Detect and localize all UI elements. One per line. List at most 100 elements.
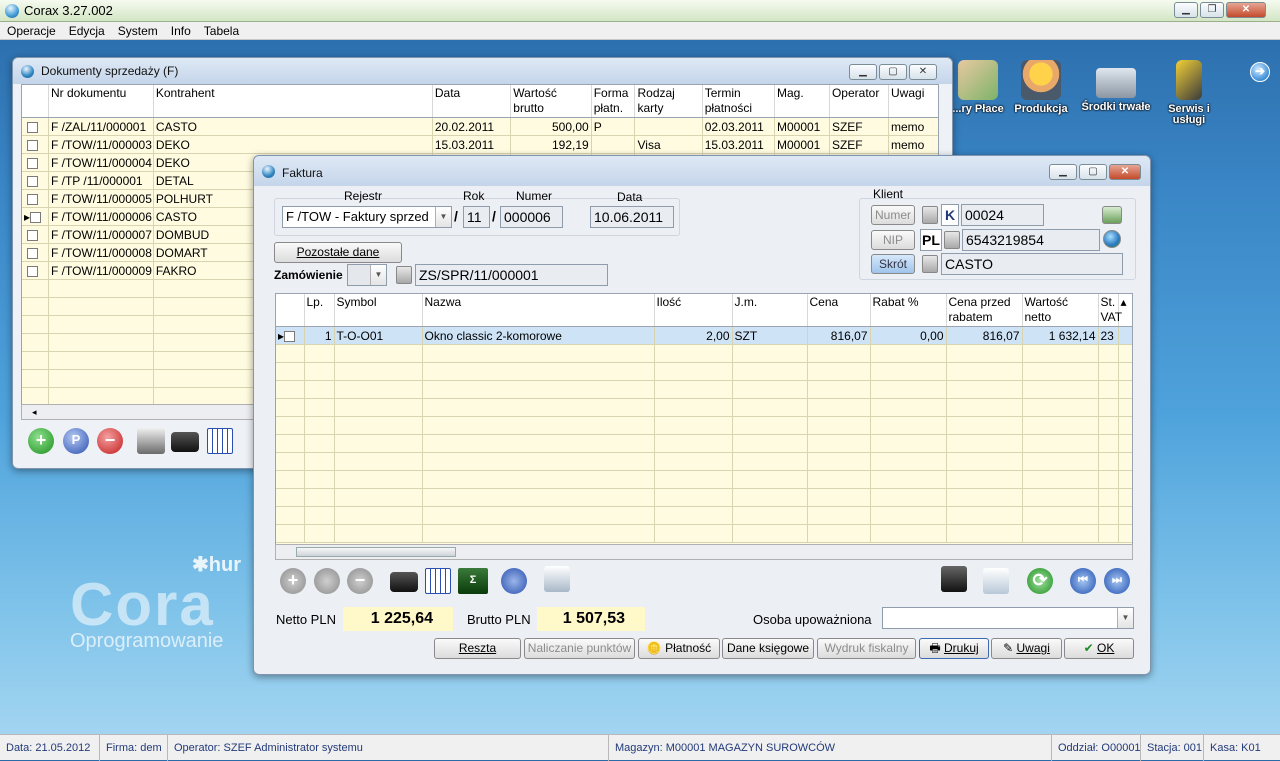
nip-button[interactable]: NIP	[871, 230, 915, 250]
search-icon[interactable]: P	[63, 428, 89, 454]
skrot-button[interactable]: Skrót	[871, 254, 915, 274]
col-lp[interactable]: Lp.	[304, 294, 335, 327]
numer-field[interactable]: 000006	[500, 206, 563, 228]
document-icon[interactable]	[944, 231, 960, 249]
drukuj-button[interactable]: 🖶 Drukuj	[919, 638, 989, 659]
naliczanie-punktow-button[interactable]: Naliczanie punktów	[524, 638, 635, 659]
search-icon[interactable]	[314, 568, 340, 594]
col-nazwa[interactable]: Nazwa	[422, 294, 655, 327]
col-cena-przed[interactable]: Cena przed rabatem	[946, 294, 1023, 327]
table-icon[interactable]	[425, 568, 451, 594]
row-checkbox[interactable]	[27, 265, 39, 277]
desktop-icon-srodki[interactable]: Środki trwałe	[1080, 60, 1152, 113]
uwagi-button[interactable]: ✎ Uwagi	[991, 638, 1062, 659]
row-checkbox[interactable]	[27, 121, 39, 133]
handshake-icon[interactable]	[1102, 206, 1122, 224]
col-wartosc-netto[interactable]: Wartość netto	[1022, 294, 1099, 327]
col-nr[interactable]: Nr dokumentu	[48, 85, 154, 118]
col-jm[interactable]: J.m.	[732, 294, 808, 327]
arrow-right-icon[interactable]: ➔	[1250, 62, 1270, 82]
previous-icon[interactable]: ⏮	[1070, 568, 1096, 594]
document-icon[interactable]	[922, 255, 938, 273]
col-data[interactable]: Data	[432, 85, 512, 118]
gears-icon[interactable]	[501, 568, 527, 594]
row-checkbox[interactable]	[284, 330, 296, 342]
numer-button[interactable]: Numer	[871, 205, 915, 225]
close-icon[interactable]: ✕	[1226, 2, 1266, 18]
save-icon[interactable]	[941, 566, 967, 592]
row-checkbox[interactable]	[27, 175, 39, 187]
row-checkbox[interactable]	[27, 193, 39, 205]
menu-edycja[interactable]: Edycja	[62, 22, 111, 39]
chevron-down-icon[interactable]: ▼	[435, 207, 451, 227]
col-operator[interactable]: Operator	[829, 85, 890, 118]
minimize-icon[interactable]: ▁	[849, 64, 877, 80]
restore-icon[interactable]: ❐	[1200, 2, 1224, 18]
pozostale-dane-button[interactable]: Pozostałe dane	[274, 242, 402, 263]
restore-icon[interactable]: ▢	[1079, 164, 1107, 180]
data-field[interactable]: 10.06.2011	[590, 206, 674, 228]
col-forma[interactable]: Forma płatn.	[591, 85, 636, 118]
row-checkbox[interactable]	[27, 139, 39, 151]
col-ilosc[interactable]: Ilość	[654, 294, 733, 327]
col-termin[interactable]: Termin płatności	[702, 85, 775, 118]
row-checkbox[interactable]	[27, 157, 39, 169]
col-mag[interactable]: Mag.	[774, 85, 830, 118]
ok-button[interactable]: ✔ OK	[1064, 638, 1134, 659]
refresh-icon[interactable]: ⟳	[1027, 568, 1053, 594]
col-kontrahent[interactable]: Kontrahent	[153, 85, 433, 118]
delete-icon[interactable]: −	[97, 428, 123, 454]
skrot-field[interactable]: CASTO	[941, 253, 1123, 275]
restore-icon[interactable]: ▢	[879, 64, 907, 80]
nip-field[interactable]: 6543219854	[962, 229, 1100, 251]
desktop-icon-produkcja[interactable]: Produkcja	[1005, 60, 1077, 115]
item-row[interactable]: ▸ 1 T-O-O01 Okno classic 2-komorowe 2,00…	[276, 326, 1132, 345]
col-wartosc[interactable]: Wartość brutto	[510, 85, 592, 118]
binoculars-icon[interactable]	[171, 432, 199, 452]
add-icon[interactable]: +	[280, 568, 306, 594]
osoba-select[interactable]: ▼	[882, 607, 1134, 629]
document-icon[interactable]	[922, 206, 938, 224]
table-icon[interactable]	[207, 428, 233, 454]
printer-icon[interactable]	[137, 428, 165, 454]
desktop-icon-serwis[interactable]: Serwis i usługi	[1153, 60, 1225, 126]
col-rabat[interactable]: Rabat %	[870, 294, 947, 327]
chevron-down-icon[interactable]: ▼	[370, 265, 386, 285]
delete-icon[interactable]: −	[347, 568, 373, 594]
document-row[interactable]: F /TOW/11/000003 DEKO 15.03.2011 192,19 Visa…	[22, 135, 938, 154]
col-vat[interactable]: St. VAT	[1098, 294, 1122, 327]
klient-kod-field[interactable]: 00024	[961, 204, 1044, 226]
document-icon[interactable]	[396, 266, 412, 284]
row-checkbox[interactable]	[30, 211, 42, 223]
row-checkbox[interactable]	[27, 229, 39, 241]
col-cena[interactable]: Cena	[807, 294, 871, 327]
scroll-thumb[interactable]	[296, 547, 456, 557]
rejestr-select[interactable]: F /TOW - Faktury sprzed ▼	[282, 206, 452, 228]
minimize-icon[interactable]: ▁	[1174, 2, 1198, 18]
menu-system[interactable]: System	[111, 22, 164, 39]
next-icon[interactable]: ⏭	[1104, 568, 1130, 594]
col-symbol[interactable]: Symbol	[334, 294, 423, 327]
dane-ksiegowe-button[interactable]: Dane księgowe	[722, 638, 814, 659]
menu-operacje[interactable]: Operacje	[0, 22, 62, 39]
calculator-icon[interactable]: Σ	[458, 568, 488, 594]
chart-icon[interactable]	[544, 566, 570, 592]
col-karta[interactable]: Rodzaj karty	[634, 85, 703, 118]
zamowienie-select[interactable]: ▼	[347, 264, 387, 286]
chevron-down-icon[interactable]: ▼	[1117, 608, 1133, 628]
menu-info[interactable]: Info	[164, 22, 197, 39]
wydruk-fiskalny-button[interactable]: Wydruk fiskalny	[817, 638, 916, 659]
minimize-icon[interactable]: ▁	[1049, 164, 1077, 180]
platnosc-button[interactable]: 🪙 Płatność	[638, 638, 720, 659]
rok-field[interactable]: 11	[463, 206, 490, 228]
globe-icon[interactable]	[1103, 230, 1121, 248]
zamowienie-field[interactable]: ZS/SPR/11/000001	[415, 264, 608, 286]
close-icon[interactable]: ✕	[909, 64, 937, 80]
document-row[interactable]: F /ZAL/11/000001 CASTO 20.02.2011 500,00 P 02…	[22, 117, 938, 136]
close-icon[interactable]: ✕	[1109, 164, 1141, 180]
binoculars-icon[interactable]	[390, 572, 418, 592]
horizontal-scrollbar[interactable]	[275, 544, 1133, 560]
reszta-button[interactable]: Reszta	[434, 638, 521, 659]
add-icon[interactable]: +	[28, 428, 54, 454]
col-uwagi[interactable]: Uwagi	[888, 85, 938, 118]
